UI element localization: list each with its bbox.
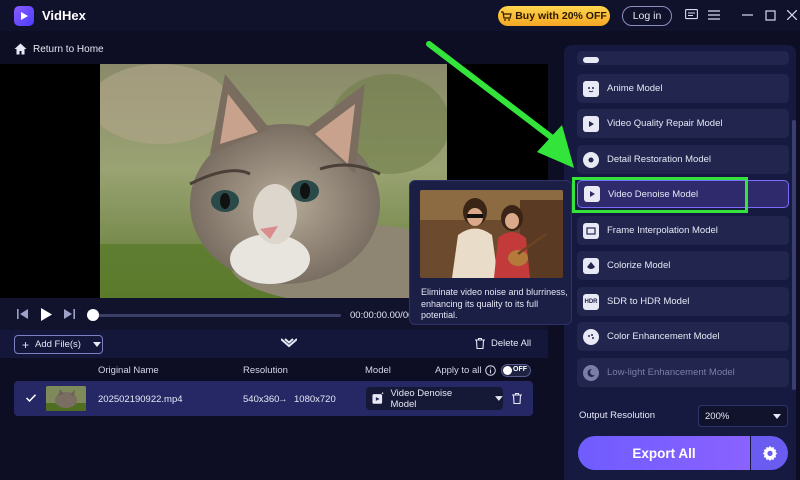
video-repair-icon (583, 115, 599, 132)
row-model-label: Video Denoise Model (390, 387, 453, 410)
apply-to-all-label: Apply to all (435, 365, 482, 376)
chevron-down-icon (92, 342, 101, 347)
row-model-select[interactable]: Video Denoise Model (366, 387, 503, 410)
time-display: 00:00:00.00/00:00:10.00 (350, 310, 410, 321)
plus-icon: + (22, 337, 30, 352)
model-item-label: Colorize Model (607, 260, 671, 271)
skip-forward-icon[interactable] (61, 306, 77, 322)
target-resolution: 1080x720 (294, 394, 336, 405)
output-resolution-select[interactable]: 200% (698, 405, 788, 427)
model-item-colorize[interactable]: Colorize Model (577, 251, 789, 280)
model-list-scrollbar[interactable] (792, 120, 796, 390)
table-row[interactable]: 202502190922.mp4 540x360 → 1080x720 Vide… (14, 381, 533, 416)
timeline-handle[interactable] (87, 309, 99, 321)
close-icon[interactable] (785, 8, 799, 22)
hdr-icon: HDR (583, 293, 599, 310)
model-item-sdr-to-hdr[interactable]: HDR SDR to HDR Model (577, 287, 789, 316)
video-thumbnail (46, 386, 86, 411)
delete-all-button[interactable]: Delete All (475, 338, 531, 349)
palette-icon (583, 328, 599, 345)
export-all-button[interactable]: Export All (578, 436, 750, 470)
delete-row-icon[interactable] (512, 393, 522, 404)
model-item-label: Color Enhancement Model (607, 331, 720, 342)
anime-face-icon (583, 80, 599, 97)
model-item-anime[interactable]: Anime Model (577, 74, 789, 103)
info-icon[interactable] (485, 365, 497, 376)
skip-back-icon[interactable] (15, 306, 31, 322)
model-item-label: Frame Interpolation Model (607, 225, 718, 236)
denoise-model-icon (372, 392, 384, 404)
column-header-resolution: Resolution (243, 365, 288, 376)
model-tooltip: Eliminate video noise and blurriness, en… (409, 180, 572, 325)
output-resolution-label: Output Resolution (579, 410, 656, 421)
column-header-model: Model (365, 365, 391, 376)
toggle-state-label: OFF (513, 366, 527, 373)
model-item-detail-restoration[interactable]: Detail Restoration Model (577, 145, 789, 174)
cart-icon (501, 11, 512, 21)
export-settings-button[interactable] (751, 436, 788, 470)
home-icon (14, 43, 27, 55)
tooltip-preview-image (420, 190, 563, 278)
play-icon[interactable] (38, 306, 54, 322)
model-item-partial (577, 51, 789, 65)
model-item-low-light[interactable]: Low-light Enhancement Model (577, 358, 789, 387)
colorize-icon (583, 257, 599, 274)
chevron-down-icon (773, 413, 782, 419)
add-files-label: Add File(s) (35, 339, 81, 350)
minimize-icon[interactable] (740, 8, 754, 22)
output-resolution-value: 200% (705, 410, 730, 422)
annotation-highlight-box (572, 177, 748, 213)
frame-interpolation-icon (583, 222, 599, 239)
model-item-label: Detail Restoration Model (607, 154, 712, 165)
buy-button-label: Buy with 20% OFF (515, 10, 607, 22)
detail-restoration-icon (583, 151, 599, 168)
delete-all-label: Delete All (491, 338, 532, 349)
maximize-icon[interactable] (763, 8, 777, 22)
model-item-label: SDR to HDR Model (607, 296, 690, 307)
moon-icon (583, 364, 599, 381)
return-home-label: Return to Home (33, 43, 104, 55)
model-item-label: Anime Model (607, 83, 663, 94)
file-name: 202502190922.mp4 (98, 394, 183, 405)
buy-button[interactable]: Buy with 20% OFF (498, 6, 610, 26)
apply-to-all: Apply to all (435, 365, 497, 376)
model-item-label: Low-light Enhancement Model (607, 367, 735, 378)
feedback-icon[interactable] (684, 8, 698, 22)
checkmark-icon[interactable] (26, 394, 36, 402)
menu-icon[interactable] (707, 8, 721, 22)
chevron-down-icon (495, 396, 503, 401)
add-files-button[interactable]: + Add File(s) (14, 335, 103, 354)
gear-icon (762, 445, 777, 461)
column-header-name: Original Name (98, 365, 159, 376)
apply-to-all-toggle[interactable]: OFF (501, 364, 531, 377)
model-item-color-enhancement[interactable]: Color Enhancement Model (577, 322, 789, 351)
arrow-right-icon: → (278, 394, 288, 405)
trash-icon (475, 338, 485, 349)
title-bar: VidHex (0, 0, 800, 31)
return-home-link[interactable]: Return to Home (14, 43, 104, 55)
model-icon (583, 57, 599, 63)
app-logo-icon (14, 5, 34, 26)
tooltip-description: Eliminate video noise and blurriness, en… (421, 287, 568, 320)
timeline-track[interactable] (93, 314, 341, 317)
kitten-video-frame (100, 64, 447, 298)
toggle-knob (503, 366, 512, 375)
model-item-label: Video Quality Repair Model (607, 118, 723, 129)
model-item-frame-interpolation[interactable]: Frame Interpolation Model (577, 216, 789, 245)
app-name: VidHex (42, 8, 86, 23)
source-resolution: 540x360 (243, 394, 280, 405)
collapse-panel-icon[interactable] (280, 337, 298, 351)
login-button[interactable]: Log in (622, 6, 672, 26)
model-item-quality-repair[interactable]: Video Quality Repair Model (577, 109, 789, 138)
